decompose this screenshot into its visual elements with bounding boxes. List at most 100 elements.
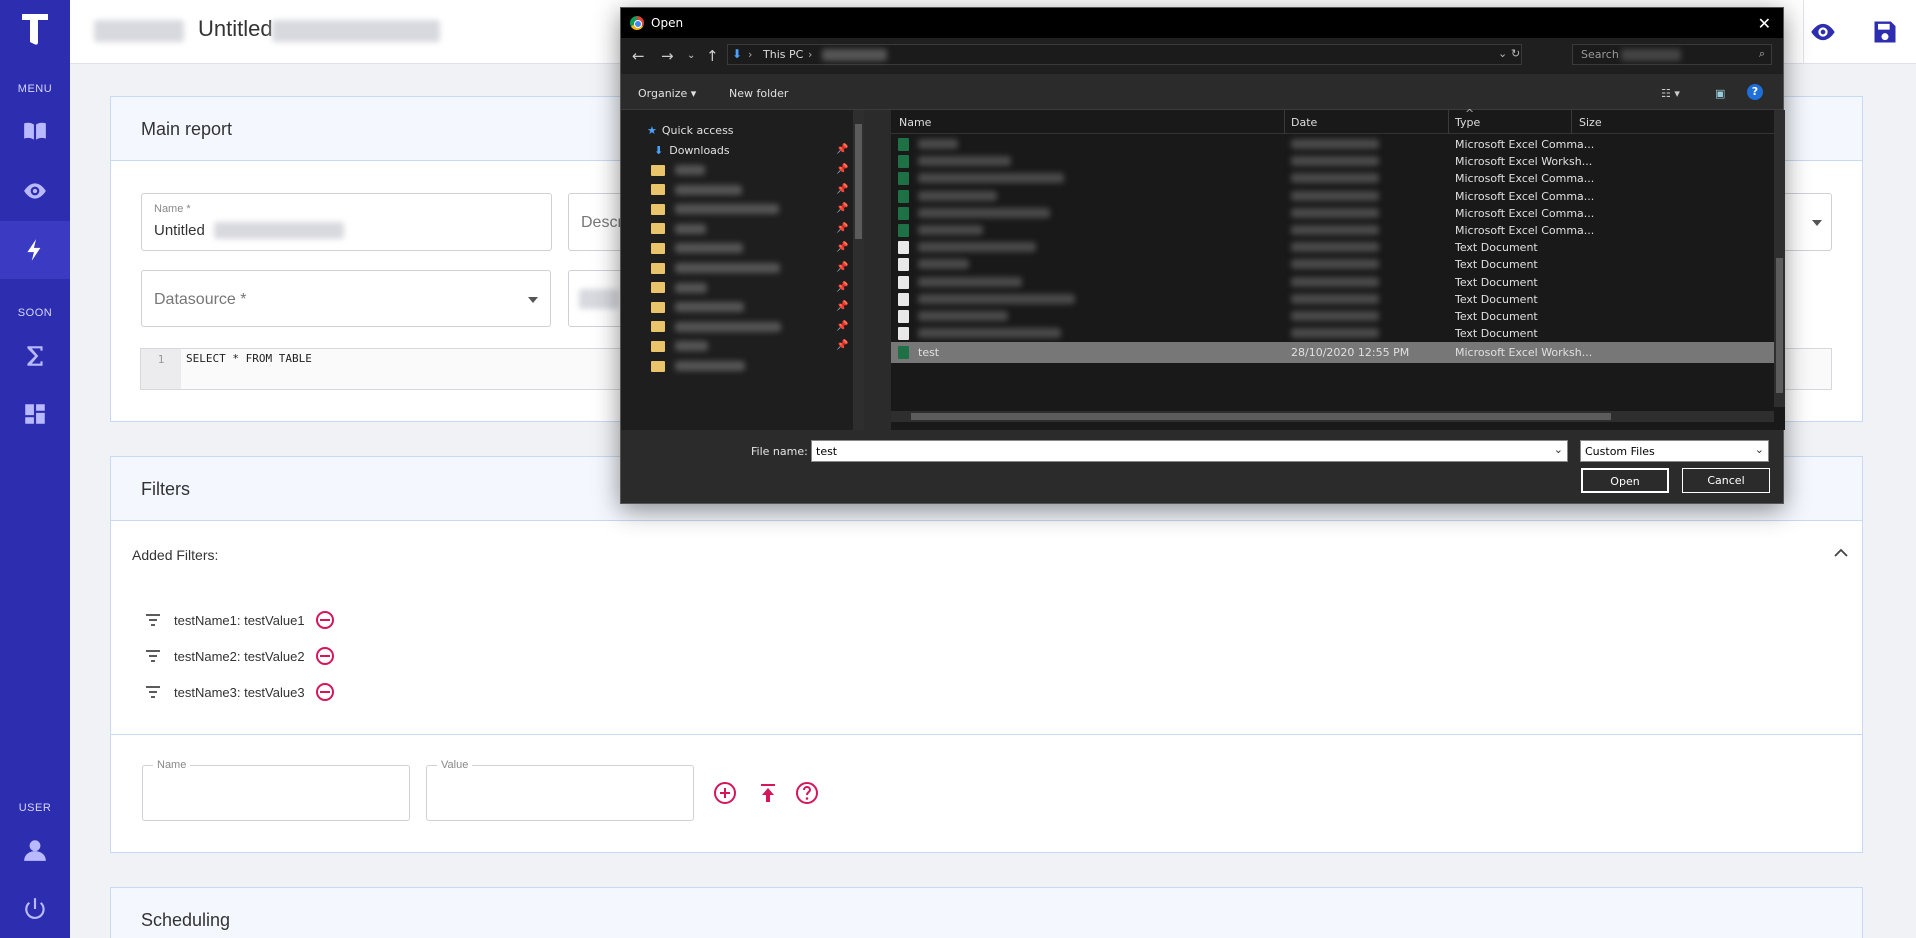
sidebar-item-reports[interactable]	[0, 102, 70, 160]
column-size[interactable]: Size	[1579, 116, 1602, 129]
redacted-folder-name	[675, 321, 781, 332]
chevron-down-icon[interactable]: ⌄	[1498, 47, 1507, 60]
nav-folder-item[interactable]	[651, 180, 742, 200]
pin-icon[interactable]: 📌	[836, 321, 848, 332]
menu-section-label: MENU	[17, 83, 53, 95]
back-arrow-icon[interactable]: ←	[632, 47, 645, 65]
hscroll-thumb[interactable]	[911, 413, 1611, 420]
text-file-icon	[898, 310, 909, 323]
nav-folder-item[interactable]	[651, 356, 745, 376]
nav-folder-item[interactable]	[651, 297, 744, 317]
pin-icon[interactable]: 📌	[836, 184, 848, 195]
nav-scroll-thumb[interactable]	[855, 124, 862, 239]
breadcrumb-this-pc[interactable]: This PC	[763, 48, 803, 61]
save-button[interactable]	[1871, 18, 1899, 46]
pin-icon[interactable]: 📌	[836, 262, 848, 273]
pin-icon[interactable]: 📌	[836, 282, 848, 293]
filter-name-input[interactable]: Name	[142, 759, 410, 821]
file-row[interactable]: test 28/10/2020 12:55 PM Microsoft Excel W…	[891, 342, 1774, 363]
excel-file-icon	[898, 189, 909, 203]
excel-file-icon	[898, 206, 909, 220]
nav-folder-item[interactable]	[651, 238, 743, 258]
nav-folder-item[interactable]	[651, 278, 707, 298]
nav-scrollbar[interactable]	[853, 110, 864, 430]
refresh-icon[interactable]: ↻	[1511, 47, 1520, 60]
pin-icon[interactable]: 📌	[836, 223, 848, 234]
forward-arrow-icon[interactable]: →	[661, 47, 674, 65]
close-icon[interactable]: ✕	[1758, 14, 1771, 33]
redacted-file-name	[918, 139, 958, 149]
help-icon[interactable]	[795, 781, 819, 805]
pin-icon[interactable]: 📌	[836, 301, 848, 312]
remove-circle-icon[interactable]	[315, 682, 335, 702]
organize-menu[interactable]: Organize ▾	[638, 87, 696, 100]
remove-circle-icon[interactable]	[315, 646, 335, 666]
folder-icon	[651, 360, 665, 372]
help-icon[interactable]: ?	[1747, 84, 1763, 100]
divider	[111, 734, 1862, 735]
download-icon: ⬇	[654, 143, 664, 157]
file-type: Microsoft Excel Comma...	[1455, 189, 1595, 203]
file-list-hscrollbar[interactable]	[891, 411, 1774, 422]
nav-folder-item[interactable]	[651, 317, 781, 337]
upload-icon[interactable]	[756, 781, 780, 805]
sidebar-item-logout[interactable]	[0, 880, 70, 938]
sidebar-item-dashboard[interactable]	[0, 385, 70, 443]
column-type[interactable]: Type	[1455, 116, 1480, 129]
redacted-folder-name	[675, 263, 780, 273]
up-arrow-icon[interactable]: ↑	[706, 47, 719, 65]
redacted-folder-name	[675, 282, 707, 293]
remove-circle-icon[interactable]	[315, 610, 335, 630]
file-type-select[interactable]: Custom Files ⌄	[1580, 440, 1769, 462]
cancel-button[interactable]: Cancel	[1682, 468, 1770, 493]
secondary-field[interactable]	[568, 270, 628, 327]
logo-icon[interactable]	[18, 8, 52, 48]
vscroll-thumb[interactable]	[1776, 258, 1783, 393]
column-date[interactable]: Date	[1291, 116, 1317, 129]
folder-icon	[651, 223, 665, 235]
file-name-input[interactable]: test ⌄	[811, 440, 1568, 462]
code-line: SELECT * FROM TABLE	[186, 352, 312, 365]
pin-icon[interactable]: 📌	[836, 144, 848, 155]
collapse-button[interactable]	[1833, 545, 1849, 561]
file-list-vscrollbar[interactable]	[1774, 110, 1785, 407]
nav-folder-item[interactable]	[651, 199, 779, 219]
open-button[interactable]: Open	[1581, 468, 1669, 493]
search-placeholder: Search	[1581, 48, 1619, 61]
name-field[interactable]: Name * Untitled	[141, 193, 552, 251]
address-bar[interactable]: ⬇ › This PC › ⌄ ↻	[727, 44, 1522, 65]
nav-downloads[interactable]: ⬇ Downloads	[654, 140, 730, 160]
redacted-file-date	[1291, 276, 1379, 287]
file-type-value: Custom Files	[1585, 445, 1655, 458]
sidebar-item-sum[interactable]	[0, 327, 70, 385]
sidebar-item-user[interactable]	[0, 821, 70, 879]
chevron-down-icon[interactable]: ⌄	[1554, 443, 1563, 456]
nav-quick-access[interactable]: ★ Quick access	[647, 120, 734, 140]
pin-icon[interactable]: 📌	[836, 164, 848, 175]
pin-icon[interactable]: 📌	[836, 242, 848, 253]
search-input[interactable]: Search ⌕	[1572, 44, 1772, 65]
redacted-file-name	[918, 207, 1050, 218]
add-filter-button[interactable]	[713, 781, 737, 805]
nav-folder-item[interactable]	[651, 336, 708, 356]
nav-item-label: Quick access	[661, 123, 734, 137]
filter-value-input[interactable]: Value	[426, 759, 694, 821]
column-separator	[1448, 110, 1449, 134]
preview-pane-icon[interactable]: ▣	[1715, 87, 1725, 100]
nav-folder-item[interactable]	[651, 219, 706, 239]
redacted-folder-name	[675, 204, 779, 215]
datasource-select[interactable]: Datasource *	[141, 270, 551, 327]
preview-button[interactable]	[1809, 18, 1837, 46]
sidebar-item-create[interactable]	[0, 221, 70, 279]
view-options-icon[interactable]: ☷ ▾	[1661, 87, 1680, 100]
nav-folder-item[interactable]	[651, 258, 780, 278]
pin-icon[interactable]: 📌	[836, 203, 848, 214]
recent-chevron-icon[interactable]: ⌄	[687, 50, 695, 61]
name-field-label: Name *	[154, 203, 191, 215]
column-name[interactable]: Name	[899, 116, 931, 129]
pin-icon[interactable]: 📌	[836, 340, 848, 351]
line-number: 1	[141, 349, 181, 389]
nav-folder-item[interactable]	[651, 160, 705, 180]
sidebar-item-preview[interactable]	[0, 162, 70, 220]
new-folder-button[interactable]: New folder	[729, 87, 788, 100]
